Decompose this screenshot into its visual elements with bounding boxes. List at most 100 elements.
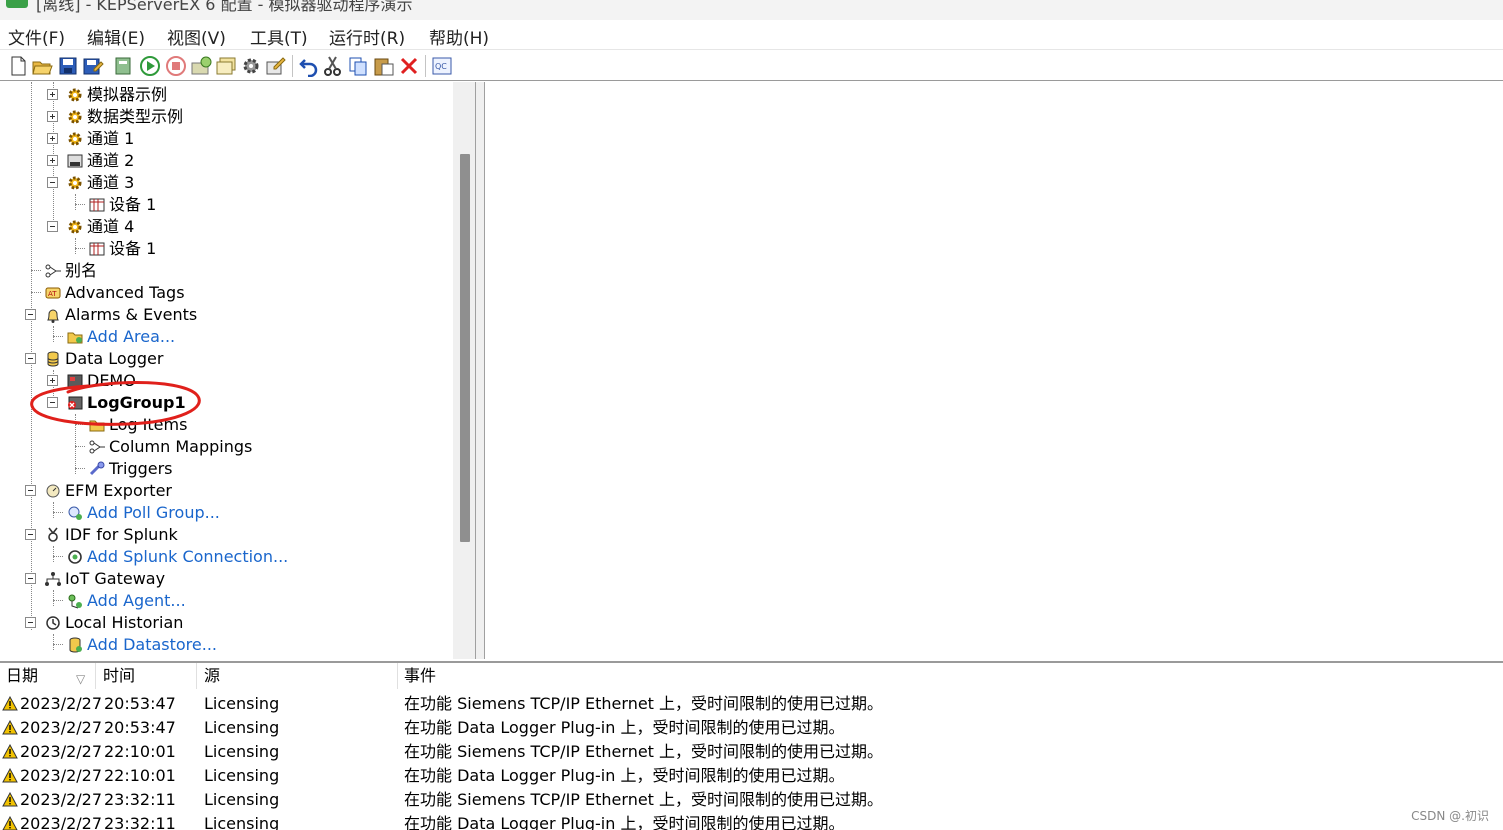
connect-runtime-icon[interactable]: [139, 55, 161, 77]
save-as-icon[interactable]: [82, 55, 104, 77]
table-row[interactable]: 2023/2/27 20:53:47 Licensing 在功能 Siemens…: [0, 692, 1503, 716]
properties-gear-icon[interactable]: [240, 55, 262, 77]
tree-item-simulator-example[interactable]: 模拟器示例: [66, 84, 167, 106]
save-icon[interactable]: [57, 55, 79, 77]
quick-client-icon[interactable]: QC: [431, 55, 453, 77]
delete-icon[interactable]: [398, 55, 420, 77]
tree-item-label: Local Historian: [65, 613, 184, 632]
cell-date: 2023/2/27: [20, 742, 103, 761]
column-event[interactable]: 事件: [398, 663, 1503, 689]
tree-item-channel-4[interactable]: 通道 4: [66, 216, 134, 238]
tree-item-device-1[interactable]: 设备 1: [88, 238, 156, 260]
expand-toggle[interactable]: [47, 133, 58, 144]
table-row[interactable]: 2023/2/27 23:32:11 Licensing 在功能 Data Lo…: [0, 812, 1503, 830]
tree-item-device-1[interactable]: 设备 1: [88, 194, 156, 216]
tree-scroll-thumb[interactable]: [460, 154, 470, 542]
tree-item-channel-2[interactable]: 通道 2: [66, 150, 134, 172]
column-time[interactable]: 时间: [97, 663, 197, 689]
expand-toggle[interactable]: [47, 111, 58, 122]
collapse-toggle[interactable]: [25, 573, 36, 584]
tree-item-add-datastore[interactable]: Add Datastore...: [66, 634, 217, 656]
tree-item-data-type-example[interactable]: 数据类型示例: [66, 106, 183, 128]
collapse-toggle[interactable]: [25, 529, 36, 540]
new-file-icon[interactable]: [7, 55, 29, 77]
tree-item-idf-for-splunk[interactable]: IDF for Splunk: [44, 524, 178, 546]
collapse-toggle[interactable]: [25, 485, 36, 496]
watermark: CSDN @.初识: [1411, 809, 1489, 823]
tree-item-alarms-events[interactable]: Alarms & Events: [44, 304, 197, 326]
tree-item-label: 通道 4: [87, 217, 135, 236]
undo-icon[interactable]: [298, 55, 320, 77]
tree-item-iot-gateway[interactable]: IoT Gateway: [44, 568, 165, 590]
paste-icon[interactable]: [373, 55, 395, 77]
tree-item-label: Alarms & Events: [65, 305, 198, 324]
project-properties-icon[interactable]: [113, 55, 135, 77]
expand-toggle[interactable]: [47, 89, 58, 100]
tree-item-local-historian[interactable]: Local Historian: [44, 612, 183, 634]
collapse-toggle[interactable]: [25, 353, 36, 364]
tree-item-alias[interactable]: 别名: [44, 260, 97, 282]
menu-view[interactable]: 视图(V): [167, 24, 226, 49]
tree-item-add-agent[interactable]: Add Agent...: [66, 590, 186, 612]
tree-item-add-poll-group[interactable]: Add Poll Group...: [66, 502, 220, 524]
menu-edit[interactable]: 编辑(E): [87, 24, 145, 49]
tree-item-label: Column Mappings: [109, 437, 253, 456]
column-date[interactable]: 日期 ▽: [0, 663, 96, 689]
cell-time: 22:10:01: [104, 742, 176, 761]
tree-guide-line: [75, 194, 76, 210]
tree-item-advanced-tags[interactable]: AT Advanced Tags: [44, 282, 185, 304]
toolbar-separator: [292, 55, 293, 77]
table-row[interactable]: 2023/2/27 20:53:47 Licensing 在功能 Data Lo…: [0, 716, 1503, 740]
gear-icon: [66, 218, 84, 236]
tree-item-label: 数据类型示例: [87, 107, 184, 126]
tree-item-column-mappings[interactable]: Column Mappings: [88, 436, 252, 458]
table-row[interactable]: 2023/2/27 22:10:01 Licensing 在功能 Siemens…: [0, 740, 1503, 764]
column-time-label: 时间: [103, 666, 136, 685]
menu-tools[interactable]: 工具(T): [250, 24, 308, 49]
tree-guide-line: [53, 644, 63, 645]
disconnect-runtime-icon[interactable]: [165, 55, 187, 77]
menu-help[interactable]: 帮助(H): [429, 24, 489, 49]
tree-item-label: IoT Gateway: [65, 569, 166, 588]
cell-source: Licensing: [204, 766, 280, 785]
collapse-toggle[interactable]: [25, 617, 36, 628]
toolbar: QC: [0, 51, 1503, 81]
cut-icon[interactable]: [322, 55, 344, 77]
tree-item-triggers[interactable]: Triggers: [88, 458, 173, 480]
open-folder-icon[interactable]: [31, 55, 53, 77]
tree-item-efm-exporter[interactable]: EFM Exporter: [44, 480, 172, 502]
tree-item-label: 通道 1: [87, 129, 135, 148]
collapse-toggle[interactable]: [25, 309, 36, 320]
pane-splitter[interactable]: [476, 82, 484, 659]
gear-icon: [66, 86, 84, 104]
tree-item-channel-3[interactable]: 通道 3: [66, 172, 134, 194]
table-row[interactable]: 2023/2/27 22:10:01 Licensing 在功能 Data Lo…: [0, 764, 1503, 788]
tree-item-label: 通道 2: [87, 151, 135, 170]
tree-guide-line: [75, 468, 85, 469]
column-source[interactable]: 源: [198, 663, 398, 689]
collapse-toggle[interactable]: [47, 221, 58, 232]
tree-item-channel-1[interactable]: 通道 1: [66, 128, 134, 150]
new-device-icon[interactable]: [215, 55, 237, 77]
tree-item-label: 通道 3: [87, 173, 135, 192]
table-row[interactable]: 2023/2/27 23:32:11 Licensing 在功能 Siemens…: [0, 788, 1503, 812]
copy-icon[interactable]: [347, 55, 369, 77]
project-tree[interactable]: 模拟器示例 数据类型示例 通道 1 通道 2 通道 3 设备 1 通道 4 设备…: [0, 82, 476, 659]
poll-group-icon: [66, 504, 84, 522]
tree-item-data-logger[interactable]: Data Logger: [44, 348, 163, 370]
tree-item-add-area[interactable]: Add Area...: [66, 326, 175, 348]
expand-toggle[interactable]: [47, 155, 58, 166]
tree-item-add-splunk-connection[interactable]: Add Splunk Connection...: [66, 546, 288, 568]
menu-file[interactable]: 文件(F): [8, 24, 65, 49]
edit-icon[interactable]: [265, 55, 287, 77]
tree-scrollbar[interactable]: [453, 82, 475, 659]
cell-event: 在功能 Siemens TCP/IP Ethernet 上，受时间限制的使用已过…: [404, 742, 884, 761]
menu-runtime[interactable]: 运行时(R): [329, 24, 405, 49]
new-channel-icon[interactable]: [190, 55, 212, 77]
collapse-toggle[interactable]: [47, 177, 58, 188]
cell-source: Licensing: [204, 742, 280, 761]
cell-source: Licensing: [204, 718, 280, 737]
tree-guide-line: [75, 446, 85, 447]
event-log: 日期 ▽ 时间 源 事件 2023/2/27 20:53:47 Licensin…: [0, 661, 1503, 830]
detail-view[interactable]: [484, 82, 1503, 659]
